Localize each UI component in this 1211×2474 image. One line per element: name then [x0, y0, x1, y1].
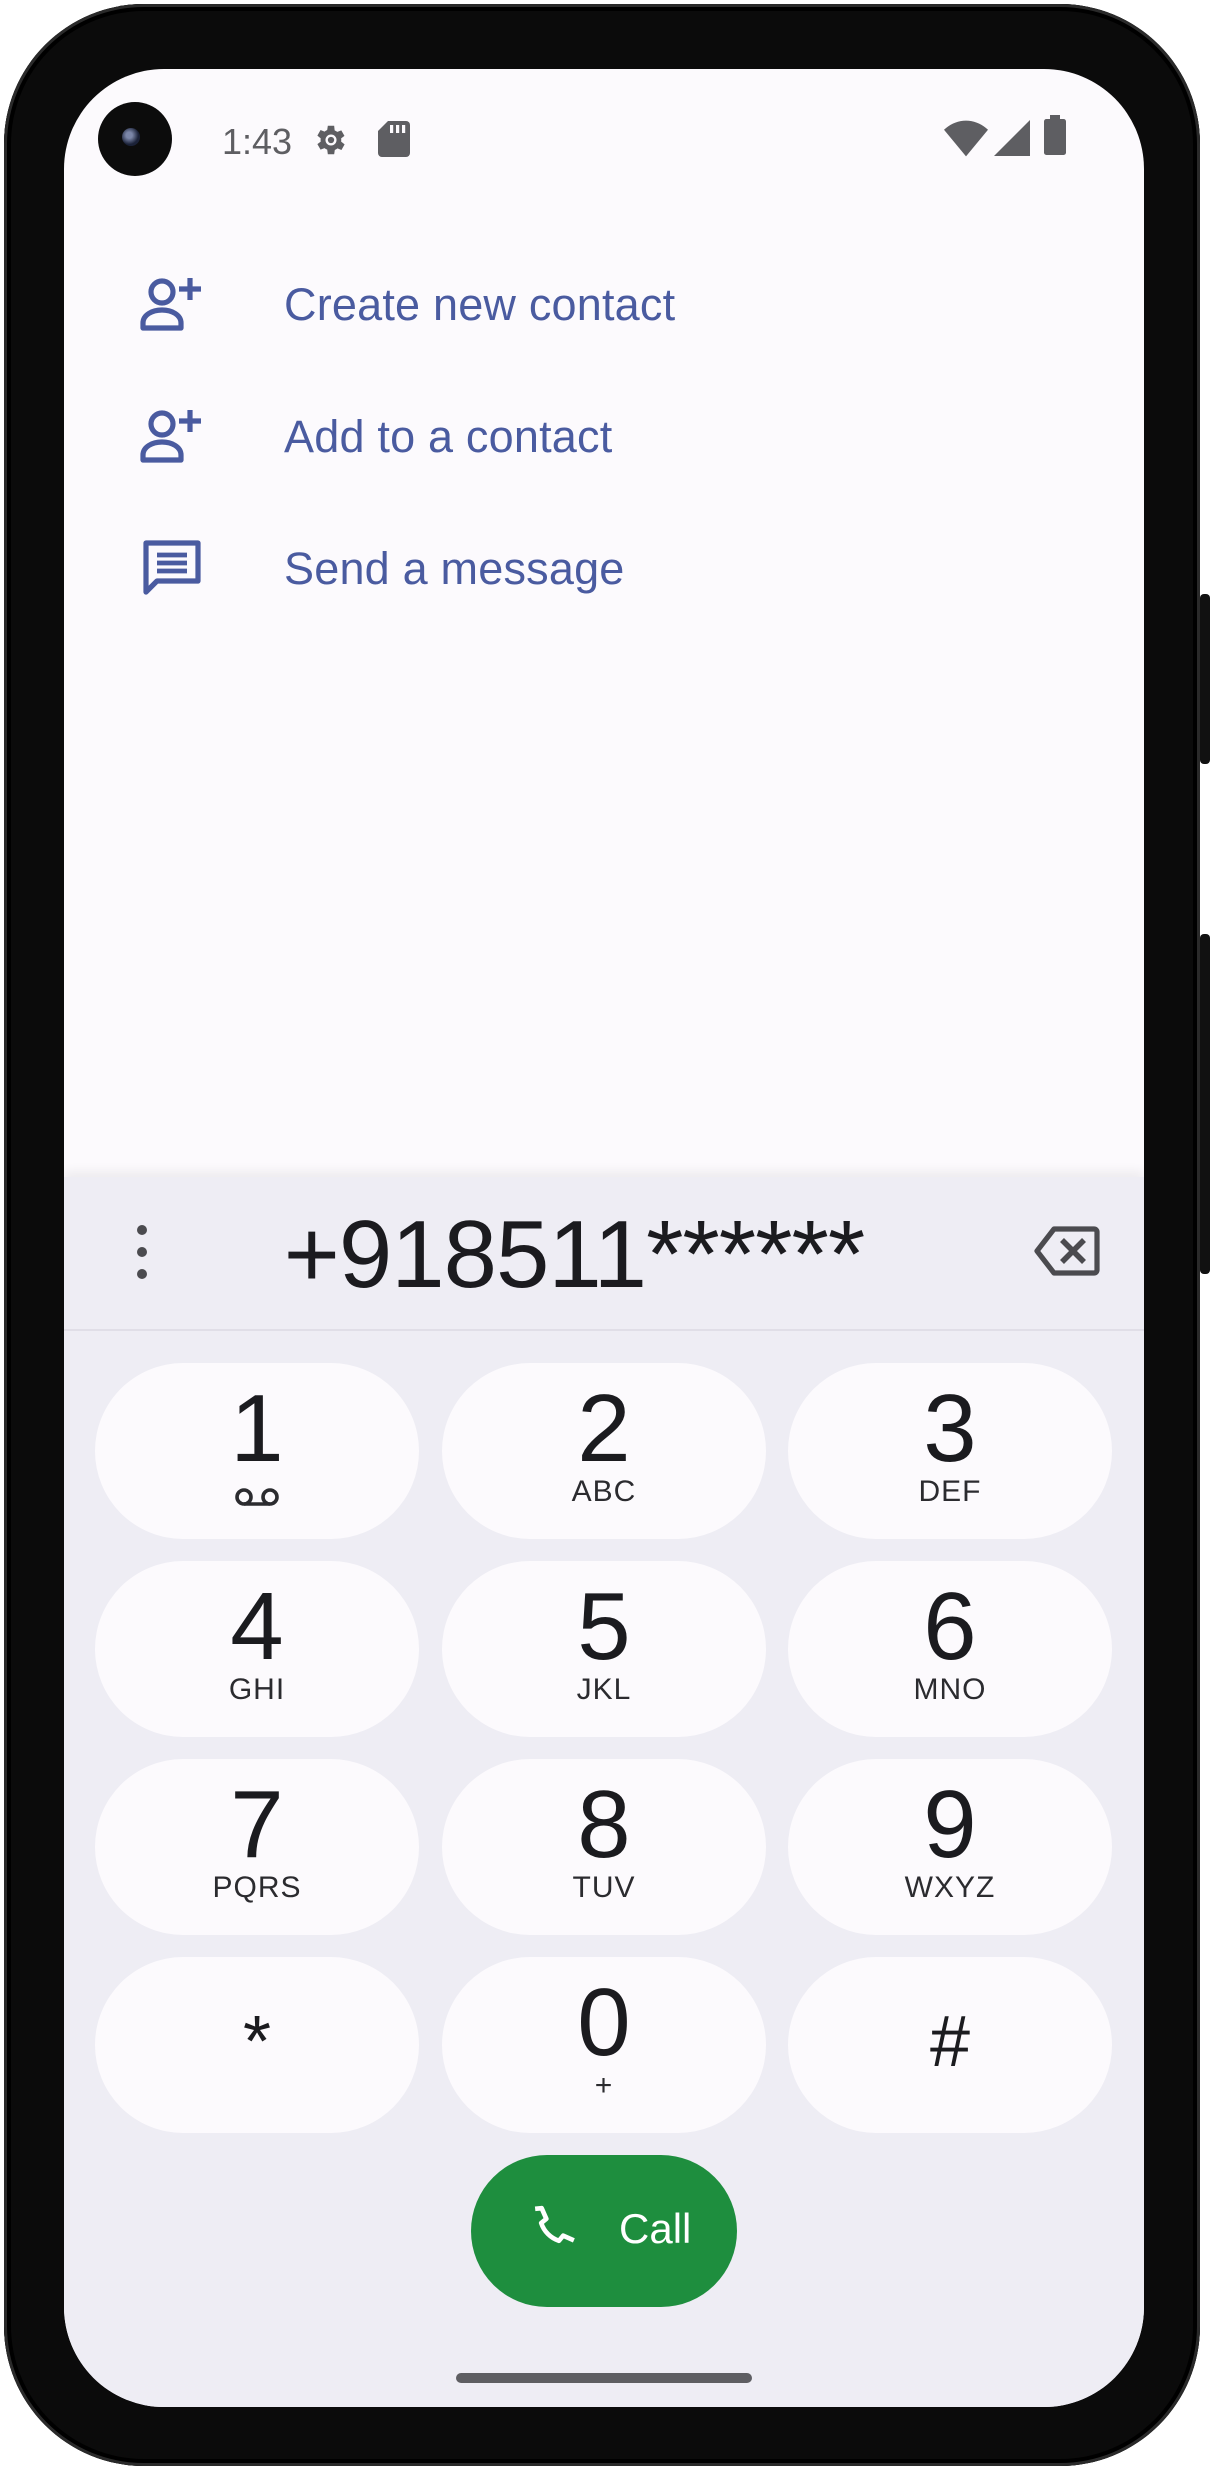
digits-bar: +918511******: [64, 1177, 1144, 1331]
more-options-button[interactable]: [122, 1221, 162, 1285]
key-digit: *: [242, 2002, 272, 2082]
key-letters: JKL: [576, 1673, 632, 1706]
key-digit: 4: [230, 1573, 284, 1680]
key-digit: 9: [923, 1771, 977, 1878]
key-digit: #: [929, 2002, 971, 2082]
sd-card-icon: [378, 121, 410, 157]
dialpad-key-hash[interactable]: #: [788, 1957, 1112, 2133]
person-add-icon: [140, 410, 201, 463]
dialpad-key-9[interactable]: 9 WXYZ: [788, 1759, 1112, 1935]
key-digit: 2: [577, 1375, 631, 1482]
more-options-icon-dot: [137, 1269, 147, 1279]
dialpad-key-3[interactable]: 3 DEF: [788, 1363, 1112, 1539]
key-digit: 5: [577, 1573, 631, 1680]
phone-icon: [534, 2205, 575, 2244]
call-button[interactable]: Call: [471, 2155, 737, 2307]
dialpad-key-6[interactable]: 6 MNO: [788, 1561, 1112, 1737]
status-time: 1:43: [222, 121, 293, 162]
add-to-contact-option[interactable]: Add to a contact: [64, 381, 1144, 491]
key-letters: MNO: [913, 1673, 987, 1706]
more-options-icon-dot: [137, 1247, 147, 1257]
create-new-contact-option[interactable]: Create new contact: [64, 249, 1144, 359]
gesture-nav-handle[interactable]: [456, 2373, 752, 2383]
dialpad-key-5[interactable]: 5 JKL: [442, 1561, 766, 1737]
send-message-option[interactable]: Send a message: [64, 513, 1144, 623]
screen: 1:43 Create new contact Add to a contact…: [64, 69, 1144, 2407]
person-add-icon: [140, 278, 201, 331]
key-letters: PQRS: [212, 1871, 302, 1904]
key-letters: DEF: [918, 1475, 982, 1508]
backspace-icon: [1034, 1226, 1100, 1276]
front-camera: [98, 102, 172, 176]
message-icon: [143, 540, 201, 595]
key-digit: 0: [577, 1969, 631, 2076]
status-bar: 1:43: [64, 69, 1144, 209]
settings-gear-icon: [317, 125, 345, 155]
dialpad-key-4[interactable]: 4 GHI: [95, 1561, 419, 1737]
phone-frame: 1:43 Create new contact Add to a contact…: [4, 4, 1210, 2466]
key-letters: +: [594, 2069, 614, 2102]
key-letters: WXYZ: [904, 1871, 996, 1904]
dialpad-key-8[interactable]: 8 TUV: [442, 1759, 766, 1935]
suggestion-label: Send a message: [284, 543, 625, 594]
dialpad-key-7[interactable]: 7 PQRS: [95, 1759, 419, 1935]
key-digit: 6: [923, 1573, 977, 1680]
more-options-icon: [137, 1225, 147, 1235]
key-digit: 8: [577, 1771, 631, 1878]
call-button-label: Call: [619, 2205, 692, 2252]
dialpad-key-0[interactable]: 0 +: [442, 1957, 766, 2133]
dialpad-key-1[interactable]: 1: [95, 1363, 419, 1539]
dialpad-key-star[interactable]: *: [95, 1957, 419, 2133]
key-digit: 3: [923, 1375, 977, 1482]
key-letters: TUV: [572, 1871, 636, 1904]
dialpad-key-2[interactable]: 2 ABC: [442, 1363, 766, 1539]
wifi-icon: [944, 120, 988, 157]
key-digit: 7: [230, 1771, 284, 1878]
dialed-number-field[interactable]: +918511******: [224, 1207, 924, 1303]
suggestion-label: Create new contact: [284, 279, 676, 330]
backspace-button[interactable]: [1034, 1225, 1100, 1277]
key-letters: GHI: [228, 1673, 286, 1706]
key-digit: 1: [230, 1375, 284, 1482]
voicemail-icon: [235, 1488, 279, 1506]
battery-icon: [1044, 115, 1066, 155]
suggestion-label: Add to a contact: [284, 411, 613, 462]
side-button-top: [1200, 594, 1210, 764]
cellular-signal-icon: [994, 120, 1030, 156]
side-button-bottom: [1200, 934, 1210, 1274]
key-letters: ABC: [571, 1475, 637, 1508]
